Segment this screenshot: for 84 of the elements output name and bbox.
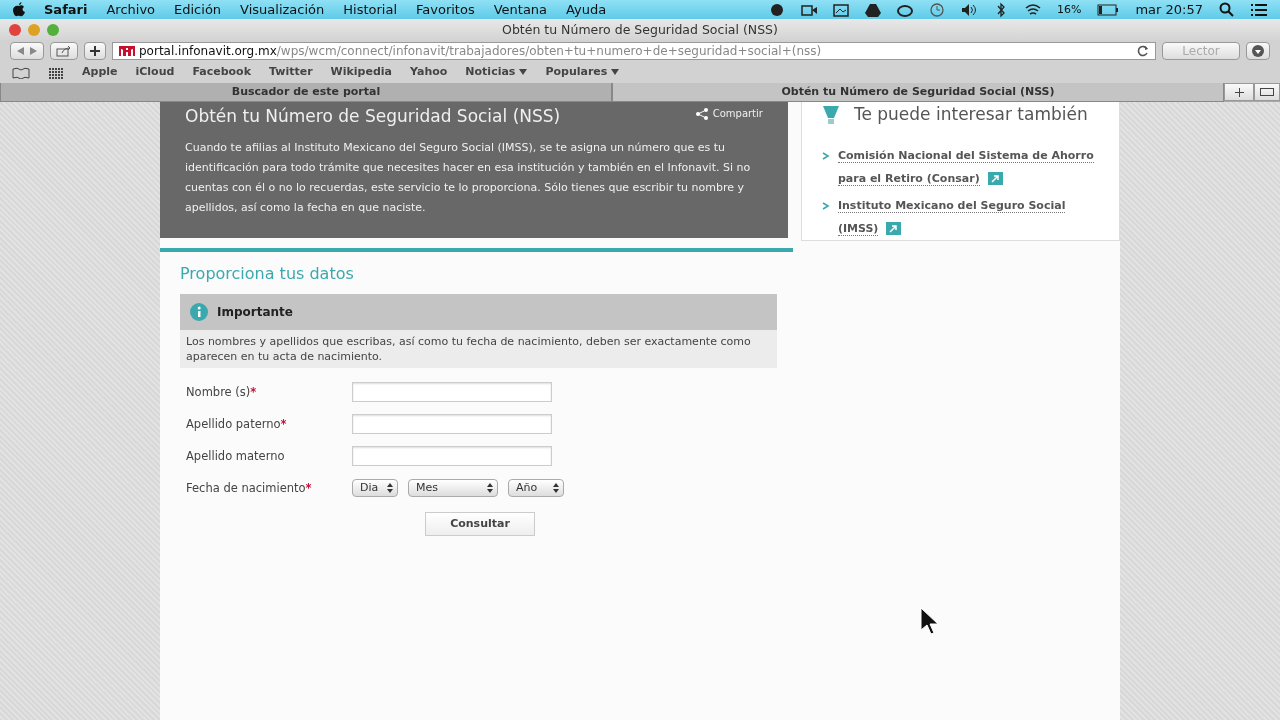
share-icon	[55, 45, 73, 57]
menu-item[interactable]: Historial	[343, 0, 397, 19]
info-icon	[190, 303, 208, 322]
tab-view-button[interactable]	[1254, 83, 1280, 101]
back-forward-button[interactable]	[10, 42, 44, 60]
back-icon	[15, 46, 27, 56]
grid-icon[interactable]	[48, 66, 64, 79]
bookmark-link[interactable]: Facebook	[192, 64, 251, 81]
input-field[interactable]	[352, 446, 552, 467]
menu-item[interactable]: Ayuda	[566, 0, 607, 19]
address-field[interactable]: portal.infonavit.org.mx/wps/wcm/connect/infonavit/trabajadores/obten+tu+numero+de+seguridad+social+(nss)	[112, 42, 1156, 60]
chevron-icon	[821, 200, 830, 211]
plus-icon	[1234, 87, 1244, 97]
share-link[interactable]: Compartir	[694, 106, 763, 121]
bookmark-link[interactable]: Populares	[545, 64, 620, 81]
clock-icon[interactable]	[928, 1, 945, 18]
select-field[interactable]: Mes	[408, 479, 498, 498]
browser-tab[interactable]: Obtén tu Número de Seguridad Social (NSS)	[612, 83, 1224, 102]
bookmark-link[interactable]: Yahoo	[410, 64, 448, 81]
battery-percent: 16%	[1056, 2, 1082, 18]
wifi-icon[interactable]	[1024, 1, 1041, 18]
menu-item[interactable]: Archivo	[106, 0, 156, 19]
reload-icon[interactable]	[1137, 45, 1149, 57]
site-logo-icon	[119, 45, 135, 57]
related-title: Te puede interesar también	[853, 103, 1088, 126]
new-tab-button[interactable]	[1224, 83, 1254, 101]
external-link-icon	[886, 222, 902, 235]
chevron-icon	[821, 150, 830, 161]
bookmark-link[interactable]: Noticias	[465, 64, 528, 81]
field-label: Apellido materno	[185, 447, 286, 465]
field-label: Fecha de nacimiento*	[185, 479, 313, 497]
form-title: Proporciona tus datos	[180, 263, 355, 286]
submit-button[interactable]: Consultar	[425, 512, 535, 537]
bookmark-link[interactable]: Twitter	[268, 64, 313, 81]
input-field[interactable]	[352, 414, 552, 435]
input-field[interactable]	[352, 382, 552, 403]
share-button[interactable]	[50, 42, 78, 60]
intro-text: Cuando te afilias al Instituto Mexicano del Seguro Social (IMSS), se te asigna un número que es tu identificación para todo trámite que necesites hacer en esa institución y también en el Infonavit. Si no cuentas con él o no lo recuerdas, este servicio te lo proporciona. Sólo tienes que escribir tu nombre y apellidos, así como la fecha en que naciste.	[185, 140, 752, 217]
browser-tab[interactable]: Buscador de este portal	[0, 83, 612, 102]
add-button[interactable]	[84, 42, 106, 60]
apple-logo-icon[interactable]	[12, 1, 26, 18]
required-mark: *	[250, 384, 257, 399]
caret-icon	[519, 69, 528, 76]
menu-item[interactable]: Edición	[174, 0, 222, 19]
plus-icon	[89, 45, 101, 57]
picture-icon[interactable]	[832, 1, 849, 18]
forward-icon	[27, 46, 39, 56]
bookmark-link[interactable]: Apple	[82, 64, 118, 81]
menu-icon[interactable]	[1250, 2, 1268, 17]
stepper-icon	[553, 483, 559, 494]
field-label: Apellido paterno*	[185, 415, 288, 433]
bookmark-link[interactable]: iCloud	[135, 64, 175, 81]
menu-clock[interactable]: mar 20:57	[1135, 0, 1203, 19]
search-icon[interactable]	[1219, 2, 1234, 17]
menu-item[interactable]: Visualización	[240, 0, 325, 19]
app-menu[interactable]: Safari	[44, 0, 88, 19]
required-mark: *	[305, 480, 312, 495]
mouse-pointer-icon	[920, 607, 940, 635]
stepper-icon	[387, 483, 393, 494]
stepper-icon	[487, 483, 493, 494]
window-title: Obtén tu Número de Seguridad Social (NSS)	[502, 22, 778, 37]
download-icon	[1251, 44, 1265, 58]
bookmark-link[interactable]: Wikipedia	[330, 64, 392, 81]
field-label: Nombre (s)*	[185, 383, 258, 401]
menu-item[interactable]: Favoritos	[416, 0, 475, 19]
menu-item[interactable]: Ventana	[493, 0, 548, 19]
download-button[interactable]	[1246, 42, 1270, 60]
required-mark: *	[280, 416, 287, 431]
notice-text: Los nombres y apellidos que escribas, así como tu fecha de nacimiento, deben ser exactamente como aparecen en tu acta de nacimiento.	[180, 330, 777, 369]
close-button[interactable]	[9, 24, 21, 36]
url-text: portal.infonavit.org.mx/wps/wcm/connect/infonavit/trabajadores/obten+tu+numero+de+seguridad+social+(nss)	[139, 43, 822, 59]
related-link[interactable]: Comisión Nacional del Sistema de Ahorro para el Retiro (Consar)	[837, 143, 1109, 190]
share-icon	[694, 106, 709, 121]
tabs-icon	[1260, 88, 1274, 96]
caret-icon	[611, 69, 620, 76]
notice-title: Importante	[217, 304, 293, 322]
select-field[interactable]: Dia	[352, 479, 398, 498]
external-link-icon	[987, 172, 1003, 185]
select-field[interactable]: Año	[508, 479, 564, 498]
intro-title: Obtén tu Número de Seguridad Social (NSS)	[185, 106, 561, 127]
book-icon[interactable]	[12, 66, 30, 79]
battery-icon[interactable]	[1097, 3, 1120, 16]
lightbulb-icon	[821, 104, 840, 125]
related-link[interactable]: Instituto Mexicano del Seguro Social (IMSS)	[837, 193, 1109, 240]
